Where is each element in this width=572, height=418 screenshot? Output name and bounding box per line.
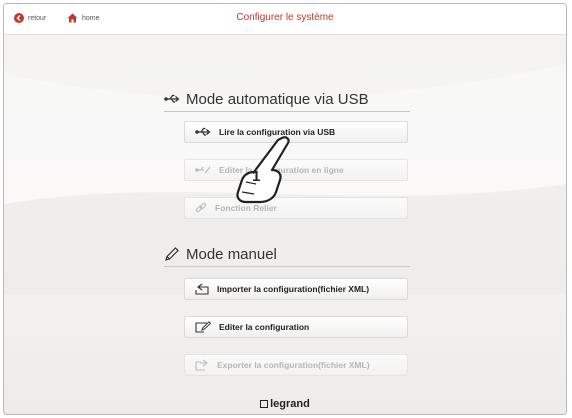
manual-mode-section: Mode manuel Importer la configuration(fi… — [164, 243, 410, 383]
tap-callout: 1 — [232, 134, 302, 209]
manual-section-header: Mode manuel — [164, 243, 410, 265]
usb-icon — [164, 94, 180, 104]
app-window: retour home Configurer le système Mode a… — [3, 3, 567, 415]
brand-logo: legrand — [4, 398, 566, 410]
pencil-icon — [164, 246, 180, 262]
edit-config-button[interactable]: Editer la configuration — [184, 316, 408, 338]
usb-pen-icon — [195, 165, 211, 175]
callout-number: 1 — [252, 168, 261, 185]
manual-section-title: Mode manuel — [186, 245, 277, 263]
usb-section-title: Mode automatique via USB — [186, 90, 369, 108]
edit-config-label: Editer la configuration — [219, 322, 310, 332]
usb-icon — [195, 127, 211, 137]
pointing-hand-icon — [236, 136, 290, 204]
manual-section-divider — [164, 266, 410, 267]
usb-section-header: Mode automatique via USB — [164, 88, 410, 110]
export-xml-button[interactable]: Exporter la configuration(fichier XML) — [184, 354, 408, 376]
page-title: Configurer le système — [236, 12, 334, 23]
link-icon — [195, 202, 207, 214]
top-bar: retour home Configurer le système — [4, 4, 566, 35]
export-xml-label: Exporter la configuration(fichier XML) — [217, 360, 370, 370]
export-icon — [195, 359, 209, 371]
import-xml-button[interactable]: Importer la configuration(fichier XML) — [184, 278, 408, 300]
usb-section-divider — [164, 111, 410, 112]
legrand-logo-icon — [260, 400, 269, 408]
import-xml-label: Importer la configuration(fichier XML) — [217, 284, 370, 294]
import-icon — [195, 283, 209, 295]
edit-document-icon — [195, 321, 211, 333]
brand-name: legrand — [270, 398, 310, 410]
